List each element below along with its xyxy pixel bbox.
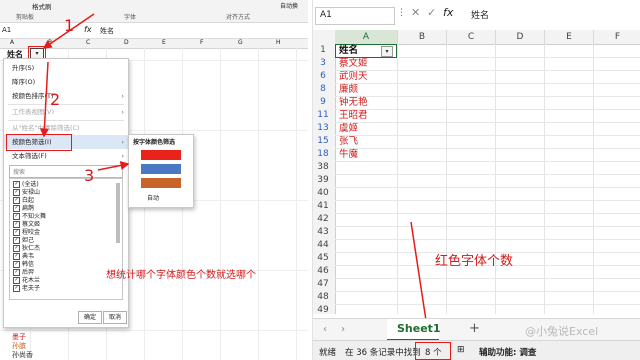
accessibility-status[interactable]: 辅助功能: 调查 <box>479 346 536 358</box>
count-arrow <box>410 221 433 342</box>
next-sheet-icon[interactable]: › <box>341 324 345 335</box>
watermark: @小兔说Excel <box>525 325 599 338</box>
status-bar: 就绪 在 36 条记录中找到 8 个 ⊞ 辅助功能: 调查 <box>313 340 640 360</box>
annotation-left: 想统计哪个字体颜色个数就选哪个 <box>106 270 256 281</box>
prev-sheet-icon[interactable]: ‹ <box>323 324 327 335</box>
sheet-tab-bar: ‹ › Sheet1 + @小兔说Excel <box>313 318 640 341</box>
right-excel-screenshot: A1 ⋮ ✕ ✓ fx 姓名 A B C D E F 1 3 6 8 9 11 … <box>312 0 640 360</box>
step-arrows <box>39 13 130 171</box>
left-excel-screenshot: 格式刷 剪贴板 字体 对齐方式 自动换 A1 fx 姓名 A B C D E F… <box>0 0 308 360</box>
status-record-text: 在 36 条记录中找到 <box>345 348 421 358</box>
bottom-row-name: 孙尚香 <box>12 351 33 359</box>
highlight-box-count <box>415 342 451 360</box>
accessibility-icon[interactable]: ⊞ <box>457 345 465 355</box>
sheet-tab-sheet1[interactable]: Sheet1 <box>387 319 441 341</box>
status-ready: 就绪 <box>319 348 337 358</box>
add-sheet-button[interactable]: + <box>469 321 480 336</box>
